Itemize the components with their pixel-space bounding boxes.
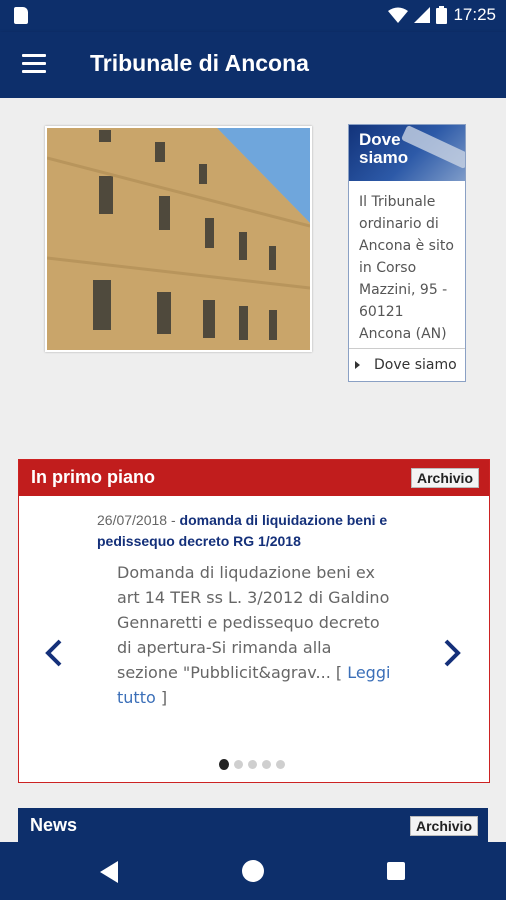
dove-siamo-link-label: Dove siamo xyxy=(374,357,457,373)
read-more-open: [ xyxy=(335,663,348,682)
signal-icon xyxy=(414,7,431,23)
primo-piano-title: In primo piano xyxy=(31,467,155,487)
carousel-dot[interactable] xyxy=(248,760,257,769)
carousel-dot[interactable] xyxy=(262,760,271,769)
caret-right-icon xyxy=(355,361,360,369)
header-panel: Dove siamo Il Tribunale ordinario di Anc… xyxy=(0,98,506,434)
app-bar: Tribunale di Ancona xyxy=(0,32,506,98)
carousel-indicator xyxy=(219,759,285,770)
status-bar: 17:25 xyxy=(0,0,506,32)
carousel-dot[interactable] xyxy=(234,760,243,769)
dove-siamo-heading: Dove siamo xyxy=(359,130,409,167)
archivio-button[interactable]: Archivio xyxy=(410,468,479,488)
courthouse-photo xyxy=(45,126,312,352)
status-time: 17:25 xyxy=(453,5,496,24)
battery-icon xyxy=(436,6,448,24)
home-icon[interactable] xyxy=(242,860,264,882)
wifi-icon xyxy=(388,7,409,23)
dove-siamo-card: Dove siamo Il Tribunale ordinario di Anc… xyxy=(348,124,466,382)
dove-siamo-address: Il Tribunale ordinario di Ancona è sito … xyxy=(359,194,454,342)
carousel-dot[interactable] xyxy=(276,760,285,769)
sd-card-icon xyxy=(14,7,28,24)
menu-icon[interactable] xyxy=(22,54,46,74)
back-icon[interactable] xyxy=(100,861,118,883)
news-excerpt: Domanda di liqudazione beni ex art 14 TE… xyxy=(117,560,393,710)
read-more-close: ] xyxy=(155,688,168,707)
news-archivio-button[interactable]: Archivio xyxy=(409,816,478,836)
navigation-bar xyxy=(0,842,506,900)
recent-apps-icon[interactable] xyxy=(387,862,405,880)
chevron-left-icon[interactable] xyxy=(43,638,65,668)
chevron-right-icon[interactable] xyxy=(441,638,463,668)
primo-piano-header: In primo piano Archivio xyxy=(19,460,489,496)
news-date: 26/07/2018 - xyxy=(97,512,180,528)
dove-siamo-banner: Dove siamo xyxy=(349,125,465,181)
news-meta: 26/07/2018 - domanda di liquidazione ben… xyxy=(97,510,417,552)
news-title: News xyxy=(30,815,78,835)
primo-piano-section: In primo piano Archivio 26/07/2018 - dom… xyxy=(18,459,490,783)
dove-siamo-link[interactable]: Dove siamo xyxy=(349,348,465,381)
carousel-dot[interactable] xyxy=(219,759,229,770)
app-title: Tribunale di Ancona xyxy=(90,50,309,76)
